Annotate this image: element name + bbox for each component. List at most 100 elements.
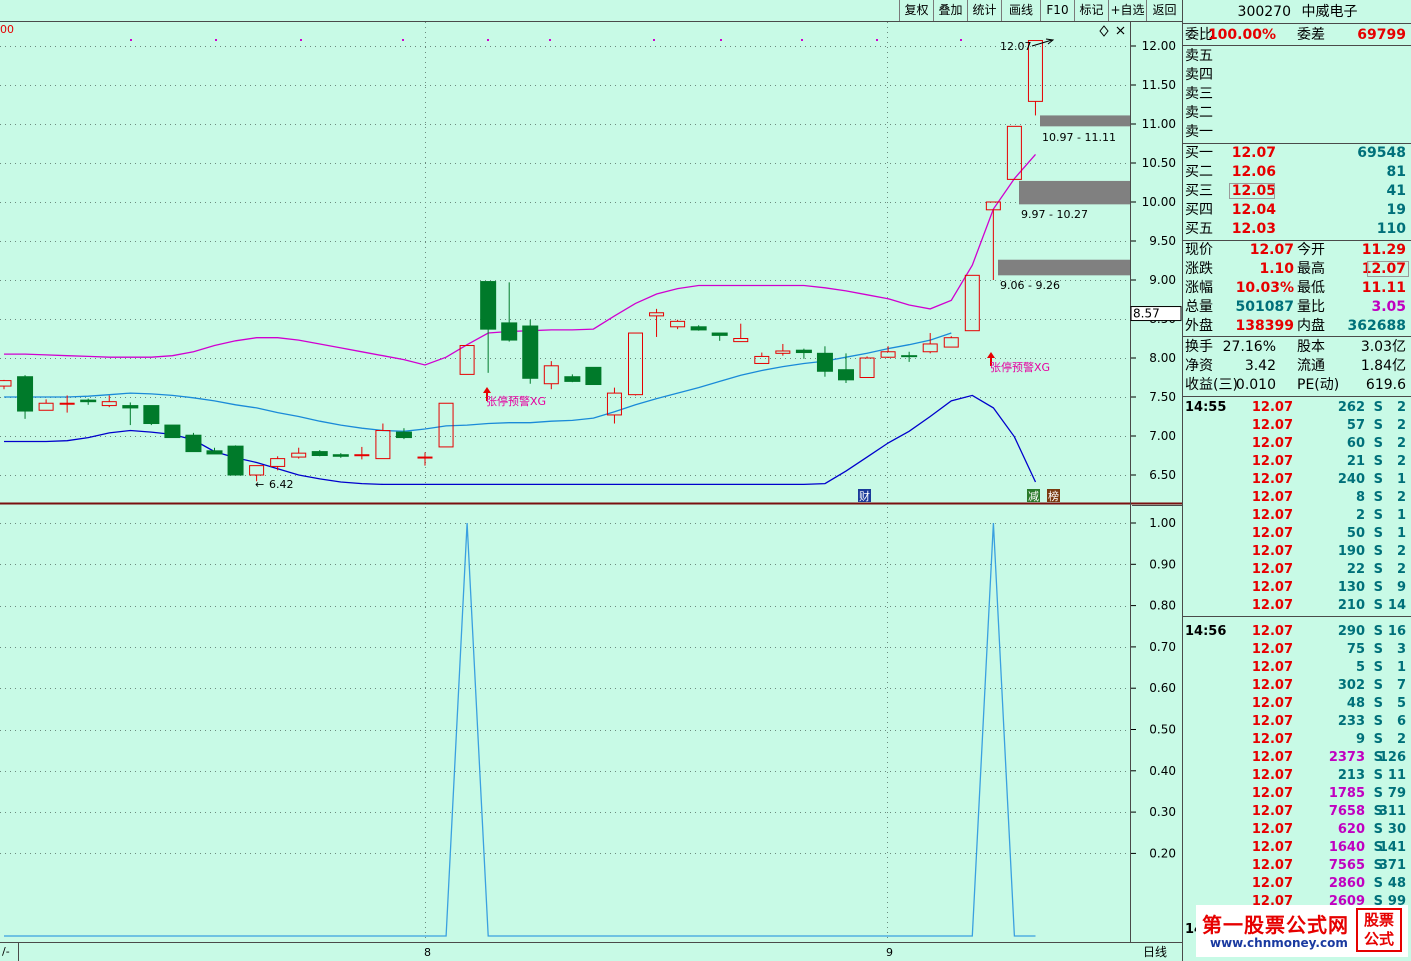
- tick-row-4[interactable]: 12.07 240 S 1: [1183, 471, 1411, 489]
- tick-price-3: 12.07: [1251, 454, 1293, 469]
- tick-row-18[interactable]: 12.07 9 S 2: [1183, 731, 1411, 749]
- toolbar-button-7[interactable]: 返回: [1146, 0, 1182, 21]
- stat-v1-3: 501087: [1235, 299, 1294, 315]
- candle-body-31: [649, 312, 665, 317]
- candle-24: [501, 282, 518, 342]
- candle-body-14: [291, 452, 307, 458]
- ind-tick-label-1: 0.90: [1149, 557, 1176, 571]
- tick-side-4: S: [1373, 472, 1383, 487]
- toolbar-button-5[interactable]: 标记: [1074, 0, 1108, 21]
- tick-row-12[interactable]: 14:56 12.07 290 S 16: [1183, 623, 1411, 641]
- buy-vol-3: 19: [1386, 202, 1406, 218]
- toolbar-button-0[interactable]: 复权: [899, 0, 933, 21]
- candle-body-3: [59, 402, 75, 405]
- candle-0: [0, 379, 12, 390]
- toolbar-button-6[interactable]: +自选: [1108, 0, 1146, 21]
- candle-body-20: [417, 456, 433, 459]
- tick-row-13[interactable]: 12.07 75 S 3: [1183, 641, 1411, 659]
- x-label-2: 9: [886, 946, 893, 959]
- candle-5: [101, 395, 117, 408]
- tick-row-10[interactable]: 12.07 130 S 9: [1183, 579, 1411, 597]
- tick-vol-10: 130: [1337, 580, 1365, 595]
- tick-row-2[interactable]: 12.07 60 S 2: [1183, 435, 1411, 453]
- tick-side-1: S: [1373, 418, 1383, 433]
- stat2-v2-2: 619.6: [1365, 377, 1406, 393]
- buy-row-0: 买一 12.07 69548: [1183, 144, 1411, 163]
- low-arrow: ←: [255, 478, 264, 491]
- tick-n-14: 1: [1396, 660, 1406, 675]
- indicator-pane: 1.00 0.90 0.80 0.70 0.60 0.50 0.40 0.30 0.20: [0, 516, 1176, 937]
- toolbar-button-2[interactable]: 统计: [967, 0, 1001, 21]
- tick-row-15[interactable]: 12.07 302 S 7: [1183, 677, 1411, 695]
- tick-row-1[interactable]: 12.07 57 S 2: [1183, 417, 1411, 435]
- candle-body-37: [775, 350, 791, 354]
- candle-body-41: [859, 357, 875, 378]
- signal-arrow-head-1: [987, 352, 995, 358]
- stat-v1-1: 1.10: [1259, 261, 1294, 277]
- tick-side-14: S: [1373, 660, 1383, 675]
- tick-price-20: 12.07: [1251, 768, 1293, 783]
- stats2-row-0: 换手 27.16% 股本 3.03亿: [1183, 338, 1411, 357]
- ind-tick-label-0: 1.00: [1149, 516, 1176, 530]
- tick-row-20[interactable]: 12.07 213 S 11: [1183, 767, 1411, 785]
- tick-row-11[interactable]: 12.07 210 S 14: [1183, 597, 1411, 615]
- sell-row-3: 卖二: [1183, 104, 1411, 123]
- tick-n-17: 6: [1396, 714, 1406, 729]
- period-label[interactable]: 日线: [1143, 945, 1167, 959]
- indicator-line: [4, 522, 1036, 937]
- tick-row-21[interactable]: 12.07 1785 S 79: [1183, 785, 1411, 803]
- gap-zone-0: [1040, 115, 1130, 127]
- tick-n-10: 9: [1396, 580, 1406, 595]
- tick-side-8: S: [1373, 544, 1383, 559]
- candle-29: [606, 387, 622, 424]
- top-dot-2: [300, 39, 302, 41]
- tick-price-23: 12.07: [1251, 822, 1293, 837]
- tick-side-26: S: [1373, 876, 1383, 891]
- candle-27: [564, 374, 581, 383]
- tick-price-9: 12.07: [1251, 562, 1293, 577]
- tick-row-0[interactable]: 14:55 12.07 262 S 2: [1183, 399, 1411, 417]
- toolbar-button-4[interactable]: F10: [1040, 0, 1074, 21]
- candle-6: [122, 402, 139, 426]
- gap-zone-2: [998, 259, 1130, 276]
- tick-row-6[interactable]: 12.07 2 S 1: [1183, 507, 1411, 525]
- tick-row-22[interactable]: 12.07 7658 S 311: [1183, 803, 1411, 821]
- tick-row-16[interactable]: 12.07 48 S 5: [1183, 695, 1411, 713]
- tick-row-17[interactable]: 12.07 233 S 6: [1183, 713, 1411, 731]
- tick-n-21: 79: [1387, 786, 1406, 801]
- y-tick-label-10: 7.00: [1149, 429, 1176, 443]
- tick-row-26[interactable]: 12.07 2860 S 48: [1183, 875, 1411, 893]
- tick-row-3[interactable]: 12.07 21 S 2: [1183, 453, 1411, 471]
- ind-tick-label-5: 0.50: [1149, 723, 1176, 737]
- candle-body-35: [733, 338, 749, 343]
- candle-22: [459, 345, 475, 375]
- tick-side-13: S: [1373, 642, 1383, 657]
- tick-vol-7: 50: [1346, 526, 1365, 541]
- tick-n-7: 1: [1396, 526, 1406, 541]
- tick-row-7[interactable]: 12.07 50 S 1: [1183, 525, 1411, 543]
- tick-row-19[interactable]: 12.07 2373 S 126: [1183, 749, 1411, 767]
- y-tick-label-5: 9.50: [1149, 234, 1176, 248]
- buy-label-0: 买一: [1185, 145, 1213, 161]
- candle-body-5: [101, 401, 117, 407]
- candle-body-6: [122, 405, 139, 409]
- tick-side-10: S: [1373, 580, 1383, 595]
- tick-row-25[interactable]: 12.07 7565 S 371: [1183, 857, 1411, 875]
- tick-row-14[interactable]: 12.07 5 S 1: [1183, 659, 1411, 677]
- toolbar-button-1[interactable]: 叠加: [933, 0, 967, 21]
- stat-v2-3: 3.05: [1371, 299, 1406, 315]
- candle-body-4: [80, 399, 97, 403]
- tick-row-9[interactable]: 12.07 22 S 2: [1183, 561, 1411, 579]
- candle-28: [585, 366, 602, 386]
- ind-tick-label-7: 0.30: [1149, 805, 1176, 819]
- tick-row-5[interactable]: 12.07 8 S 2: [1183, 489, 1411, 507]
- candle-body-32: [670, 320, 686, 328]
- tick-side-23: S: [1373, 822, 1383, 837]
- candle-8: [164, 424, 181, 439]
- sell-label-0: 卖五: [1185, 48, 1213, 64]
- tick-row-8[interactable]: 12.07 190 S 2: [1183, 543, 1411, 561]
- tick-row-23[interactable]: 12.07 620 S 30: [1183, 821, 1411, 839]
- toolbar-button-3[interactable]: 画线: [1001, 0, 1040, 21]
- tick-row-24[interactable]: 12.07 1640 S 141: [1183, 839, 1411, 857]
- sep-4: [1183, 336, 1411, 337]
